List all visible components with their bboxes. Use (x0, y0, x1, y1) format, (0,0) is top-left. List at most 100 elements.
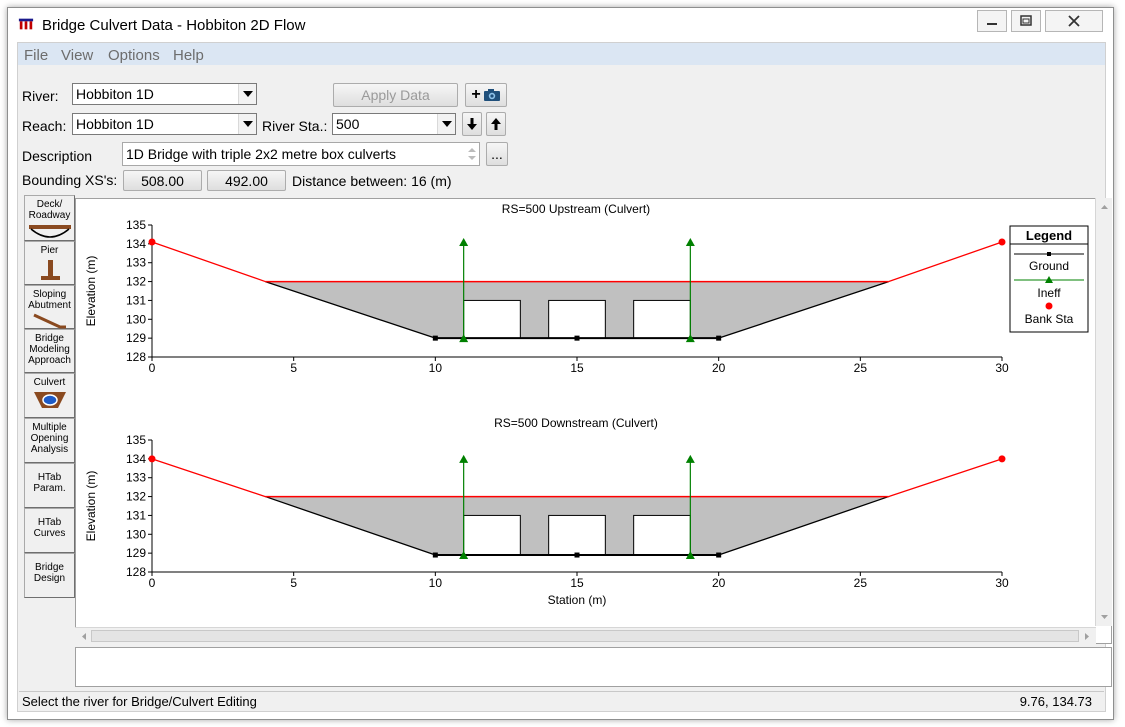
culvert-label: Culvert (33, 377, 66, 388)
message-box (75, 647, 1112, 687)
next-station-down-button[interactable] (462, 112, 482, 136)
culvert-opening (548, 514, 606, 556)
x-axis-label: Station (m) (548, 593, 607, 607)
description-field[interactable]: 1D Bridge with triple 2x2 metre box culv… (122, 142, 480, 166)
scroll-left-icon[interactable] (77, 628, 91, 645)
scroll-up-icon[interactable] (1096, 200, 1113, 214)
restore-icon (1020, 15, 1032, 26)
pier-icon (40, 260, 60, 280)
bounding-upstream-button[interactable]: 508.00 (123, 170, 202, 191)
multiple-opening-analysis-label: Multiple Opening Analysis (30, 422, 69, 455)
next-station-up-button[interactable] (486, 112, 506, 136)
bridge-culvert-window: Bridge Culvert Data - Hobbiton 2D Flow F… (7, 7, 1114, 720)
x-tick-label: 25 (854, 576, 868, 590)
y-tick-label: 130 (126, 527, 146, 541)
x-tick-label: 10 (429, 361, 443, 375)
y-axis-label: Elevation (m) (84, 471, 98, 542)
cross-section-plot-area[interactable]: RS=500 Upstream (Culvert) Elevation (m) 12… (75, 198, 1112, 644)
multiple-opening-analysis-button[interactable]: Multiple Opening Analysis (24, 418, 75, 463)
legend-ineff-label: Ineff (1037, 286, 1061, 300)
x-tick-label: 0 (149, 361, 156, 375)
deck-roadway-label: Deck/ Roadway (28, 199, 71, 221)
river-sta-select[interactable]: 500 (332, 113, 456, 135)
river-label: River: (22, 88, 59, 104)
chevron-down-icon[interactable] (437, 114, 455, 134)
scroll-right-icon[interactable] (1080, 628, 1094, 645)
bridge-design-label: Bridge Design (33, 562, 66, 584)
x-tick-label: 30 (995, 361, 1009, 375)
distance-between-text: Distance between: 16 (m) (292, 173, 452, 189)
x-tick-label: 0 (149, 576, 156, 590)
culvert-opening (548, 299, 606, 339)
maximize-button[interactable] (1011, 10, 1041, 32)
arrow-down-icon (467, 118, 477, 130)
camera-icon (483, 89, 500, 101)
pier-button[interactable]: Pier (24, 241, 75, 285)
spin-icon (468, 148, 476, 160)
ground-segment (888, 241, 1003, 283)
scroll-thumb[interactable] (91, 630, 1079, 642)
legend-bank-marker (1045, 302, 1053, 310)
plus-label: + (471, 86, 481, 103)
y-tick-label: 132 (126, 490, 146, 504)
reach-select[interactable]: Hobbiton 1D (72, 113, 257, 135)
legend: Legend Ground Ineff Bank Sta (1009, 225, 1089, 333)
chevron-down-icon[interactable] (238, 114, 256, 134)
minimize-icon (987, 23, 997, 25)
ground-segment (151, 458, 266, 498)
reach-label: Reach: (22, 118, 67, 134)
menu-options[interactable]: Options (108, 47, 160, 64)
window-title: Bridge Culvert Data - Hobbiton 2D Flow (42, 17, 306, 34)
ineff-top-marker (685, 237, 695, 246)
htab-param-label: HTab Param. (33, 472, 66, 494)
menu-help[interactable]: Help (173, 47, 204, 64)
ground-point (716, 335, 722, 341)
bounding-downstream-button[interactable]: 492.00 (207, 170, 286, 191)
bridge-design-button[interactable]: Bridge Design (24, 553, 75, 598)
scroll-down-icon[interactable] (1096, 610, 1113, 624)
y-tick-label: 130 (126, 312, 146, 326)
status-message: Select the river for Bridge/Culvert Edit… (22, 694, 257, 709)
ground-point (432, 552, 438, 558)
plus-camera-button[interactable]: + (465, 83, 507, 107)
sloping-abutment-button[interactable]: Sloping Abutment (24, 285, 75, 329)
ground-point (574, 552, 580, 558)
legend-ground-label: Ground (1029, 259, 1069, 273)
apply-data-button[interactable]: Apply Data (333, 83, 458, 107)
deck-roadway-button[interactable]: Deck/ Roadway (24, 195, 75, 241)
x-tick-label: 20 (712, 361, 726, 375)
culvert-opening (633, 299, 691, 339)
cross-section-plots[interactable]: RS=500 Upstream (Culvert) Elevation (m) 12… (76, 199, 1096, 627)
description-value: 1D Bridge with triple 2x2 metre box culv… (126, 146, 396, 162)
description-more-button[interactable]: ... (486, 142, 508, 166)
pier-label: Pier (40, 245, 59, 256)
y-tick-label: 129 (126, 331, 146, 345)
htab-param-button[interactable]: HTab Param. (24, 463, 75, 508)
culvert-icon (33, 392, 66, 408)
client-area: File View Options Help River: Hobbiton 1… (17, 42, 1112, 712)
hecras-app-icon (18, 18, 34, 30)
description-label: Description (22, 148, 93, 164)
menu-view[interactable]: View (61, 47, 93, 64)
close-button[interactable] (1045, 10, 1103, 32)
bridge-modeling-approach-button[interactable]: Bridge Modeling Approach (24, 329, 75, 373)
chevron-down-icon[interactable] (238, 84, 256, 104)
culvert-button[interactable]: Culvert (24, 373, 75, 418)
culvert-opening (463, 299, 521, 339)
minimize-button[interactable] (977, 10, 1007, 32)
ground-point (432, 335, 438, 341)
river-select[interactable]: Hobbiton 1D (72, 83, 257, 105)
horizontal-scrollbar[interactable] (75, 627, 1096, 644)
sloping-abutment-icon (32, 313, 66, 329)
bank-station-point (998, 238, 1006, 246)
vertical-scrollbar[interactable] (1095, 198, 1112, 626)
y-tick-label: 135 (126, 218, 146, 232)
htab-curves-button[interactable]: HTab Curves (24, 508, 75, 553)
y-tick-label: 129 (126, 546, 146, 560)
ground-point (574, 335, 580, 341)
downstream-chart: RS=500 Downstream (Culvert) Elevation (m)… (84, 416, 1009, 607)
ground-segment (888, 458, 1003, 498)
bank-station-point (148, 238, 156, 246)
menu-file[interactable]: File (24, 47, 48, 64)
x-tick-label: 20 (712, 576, 726, 590)
